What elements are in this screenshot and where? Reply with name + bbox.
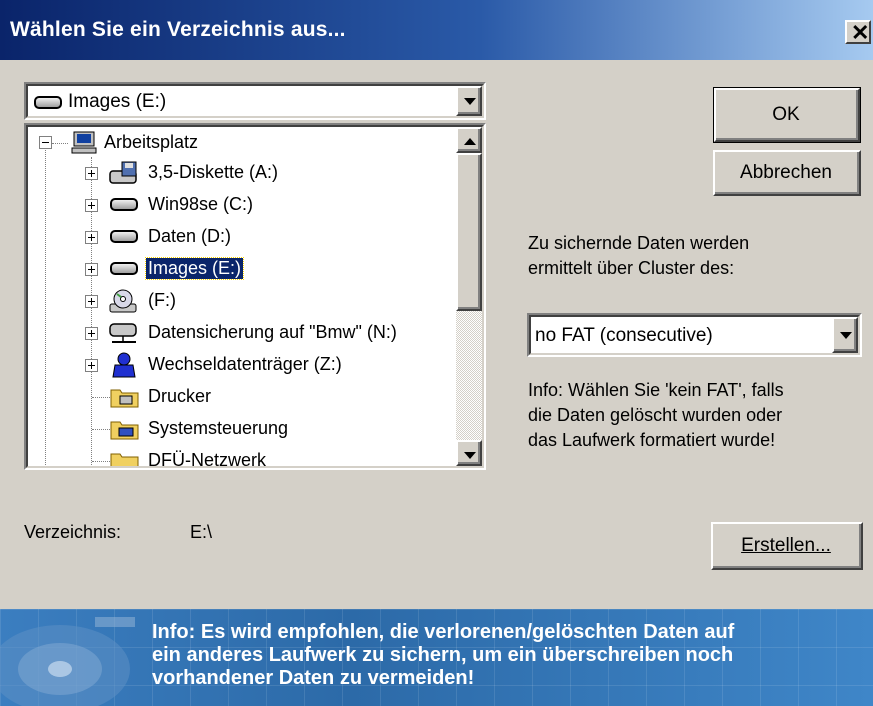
- tree-item-label: 3,5-Diskette (A:): [148, 162, 279, 182]
- info-line1: Info: Wählen Sie 'kein FAT', falls: [528, 380, 784, 400]
- tree-item-label: Drucker: [148, 386, 212, 406]
- control-panel-folder-icon: [110, 421, 139, 440]
- folder-dialog: Wählen Sie ein Verzeichnis aus... ✕ Imag…: [0, 0, 873, 706]
- expand-icon[interactable]: [85, 199, 98, 212]
- info-line2: die Daten gelöscht wurden oder: [528, 405, 783, 425]
- computer-icon: [71, 131, 97, 154]
- fat-mode-combobox[interactable]: no FAT (consecutive): [527, 313, 862, 357]
- collapse-icon[interactable]: [39, 136, 52, 149]
- ok-button-label: OK: [772, 104, 800, 125]
- tree-item-label: DFÜ-Netzwerk: [148, 450, 267, 468]
- tree-item-drucker[interactable]: Drucker: [28, 383, 458, 411]
- cd-drive-icon: [109, 289, 137, 313]
- tree-item-systemsteuerung[interactable]: Systemsteuerung: [28, 415, 458, 443]
- banner-text: Info: Es wird empfohlen, die verlorenen/…: [152, 621, 862, 690]
- tree-item-label: Wechseldatenträger (Z:): [148, 354, 342, 374]
- tree-item-label: Win98se (C:): [148, 194, 254, 214]
- cluster-label-line2: ermittelt über Cluster des:: [528, 258, 735, 278]
- chevron-down-icon: [840, 332, 852, 339]
- tree-scrollbar[interactable]: [456, 127, 482, 466]
- tree-item-label: Arbeitsplatz: [104, 132, 199, 152]
- arrow-up-icon: [464, 138, 476, 145]
- title-bar[interactable]: Wählen Sie ein Verzeichnis aus... ✕: [0, 0, 873, 60]
- create-folder-button-label: Erstellen...: [741, 535, 831, 556]
- create-folder-button[interactable]: Erstellen...: [711, 522, 863, 570]
- tree-item-cd[interactable]: (F:): [28, 287, 458, 315]
- window-title: Wählen Sie ein Verzeichnis aus...: [10, 18, 346, 41]
- hard-drive-icon: [110, 198, 138, 211]
- tree-connector: [92, 429, 110, 430]
- floppy-drive-icon: [109, 161, 137, 184]
- arrow-down-icon: [464, 452, 476, 459]
- hard-drive-icon: [110, 230, 138, 243]
- expand-icon[interactable]: [85, 359, 98, 372]
- close-button[interactable]: ✕: [845, 20, 871, 45]
- tree-item-daten[interactable]: Daten (D:): [28, 223, 458, 251]
- drive-combobox[interactable]: Images (E:): [24, 82, 486, 120]
- tree-item-label: Datensicherung auf "Bmw" (N:): [148, 322, 397, 342]
- tree-item-label: Systemsteuerung: [148, 418, 289, 438]
- hard-drive-icon: [34, 96, 62, 109]
- tree-item-win98se[interactable]: Win98se (C:): [28, 191, 458, 219]
- tree-item-label: Images (E:): [144, 257, 245, 280]
- folder-tree[interactable]: Arbeitsplatz 3,5-Diskette (A:) Win98se (…: [24, 123, 486, 470]
- cancel-button-label: Abbrechen: [740, 162, 832, 183]
- directory-value: E:\: [190, 522, 213, 542]
- tree-item-floppy[interactable]: 3,5-Diskette (A:): [28, 159, 458, 187]
- expand-icon[interactable]: [85, 167, 98, 180]
- tree-item-images[interactable]: Images (E:): [28, 255, 458, 283]
- directory-label: Verzeichnis:: [24, 522, 122, 542]
- cluster-label-line1: Zu sichernde Daten werden: [528, 233, 750, 253]
- drive-combobox-value: Images (E:): [68, 91, 167, 112]
- tree-item-network[interactable]: Datensicherung auf "Bmw" (N:): [28, 319, 458, 347]
- printers-folder-icon: [110, 389, 139, 408]
- tree-connector: [92, 461, 110, 462]
- info-line3: das Laufwerk formatiert wurde!: [528, 430, 776, 450]
- expand-icon[interactable]: [85, 231, 98, 244]
- banner-line3: vorhandener Daten zu vermeiden!: [152, 667, 475, 689]
- expand-icon[interactable]: [85, 295, 98, 308]
- tree-item-removable[interactable]: Wechseldatenträger (Z:): [28, 351, 458, 379]
- scroll-down-button[interactable]: [456, 440, 482, 466]
- hard-drive-icon: [110, 262, 138, 275]
- banner-line2: ein anderes Laufwerk zu sichern, um ein …: [152, 644, 734, 666]
- scroll-up-button[interactable]: [456, 127, 482, 153]
- banner-line1: Info: Es wird empfohlen, die verlorenen/…: [152, 621, 735, 643]
- tree-connector: [52, 143, 68, 144]
- removable-drive-icon: [112, 352, 136, 378]
- close-icon: ✕: [851, 20, 870, 45]
- dialup-folder-icon: [110, 453, 139, 466]
- tree-item-label: (F:): [148, 290, 176, 310]
- fat-mode-arrow[interactable]: [832, 317, 858, 353]
- tree-item-dfue[interactable]: DFÜ-Netzwerk: [28, 447, 458, 468]
- expand-icon[interactable]: [85, 327, 98, 340]
- hard-disk-graphic-icon: [0, 617, 135, 706]
- scroll-thumb[interactable]: [456, 153, 482, 311]
- expand-icon[interactable]: [85, 263, 98, 276]
- info-banner: Info: Es wird empfohlen, die verlorenen/…: [0, 609, 873, 706]
- cancel-button[interactable]: Abbrechen: [713, 150, 861, 196]
- drive-combobox-arrow[interactable]: [456, 86, 482, 116]
- chevron-down-icon: [464, 98, 476, 105]
- tree-connector: [92, 397, 110, 398]
- ok-button[interactable]: OK: [713, 87, 861, 143]
- tree-item-label: Daten (D:): [148, 226, 232, 246]
- fat-mode-value: no FAT (consecutive): [535, 325, 713, 346]
- network-drive-icon: [109, 323, 137, 343]
- tree-item-arbeitsplatz[interactable]: Arbeitsplatz: [28, 129, 458, 157]
